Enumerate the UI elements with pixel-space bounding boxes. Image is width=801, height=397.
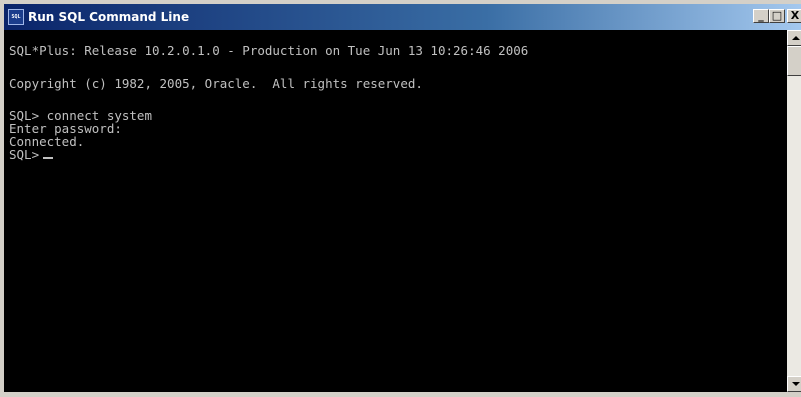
console-output[interactable]: SQL*Plus: Release 10.2.0.1.0 - Productio… [4, 30, 787, 392]
console-line-copyright: Copyright (c) 1982, 2005, Oracle. All ri… [9, 76, 423, 91]
maximize-button[interactable]: □ [769, 9, 785, 23]
text-cursor [43, 157, 54, 159]
sqlplus-window: SQL Run SQL Command Line _ □ X SQL*Plus:… [0, 0, 801, 397]
minimize-button[interactable]: _ [753, 9, 769, 23]
title-bar[interactable]: SQL Run SQL Command Line _ □ X [4, 4, 801, 30]
scroll-up-button[interactable] [787, 30, 801, 46]
close-button[interactable]: X [787, 9, 801, 23]
vertical-scrollbar[interactable] [787, 30, 801, 392]
minimize-icon: _ [758, 9, 764, 22]
window-title: Run SQL Command Line [28, 10, 190, 24]
arrow-up-icon [792, 36, 800, 40]
sql-prompt: SQL> [9, 147, 40, 162]
console-line-banner: SQL*Plus: Release 10.2.0.1.0 - Productio… [9, 43, 529, 58]
scroll-thumb[interactable] [787, 46, 801, 76]
close-icon: X [790, 9, 800, 22]
arrow-down-icon [792, 382, 800, 386]
sql-app-icon[interactable]: SQL [8, 9, 24, 25]
maximize-icon: □ [771, 9, 783, 22]
scroll-down-button[interactable] [787, 376, 801, 392]
console-prompt-line[interactable]: SQL> [9, 147, 54, 162]
